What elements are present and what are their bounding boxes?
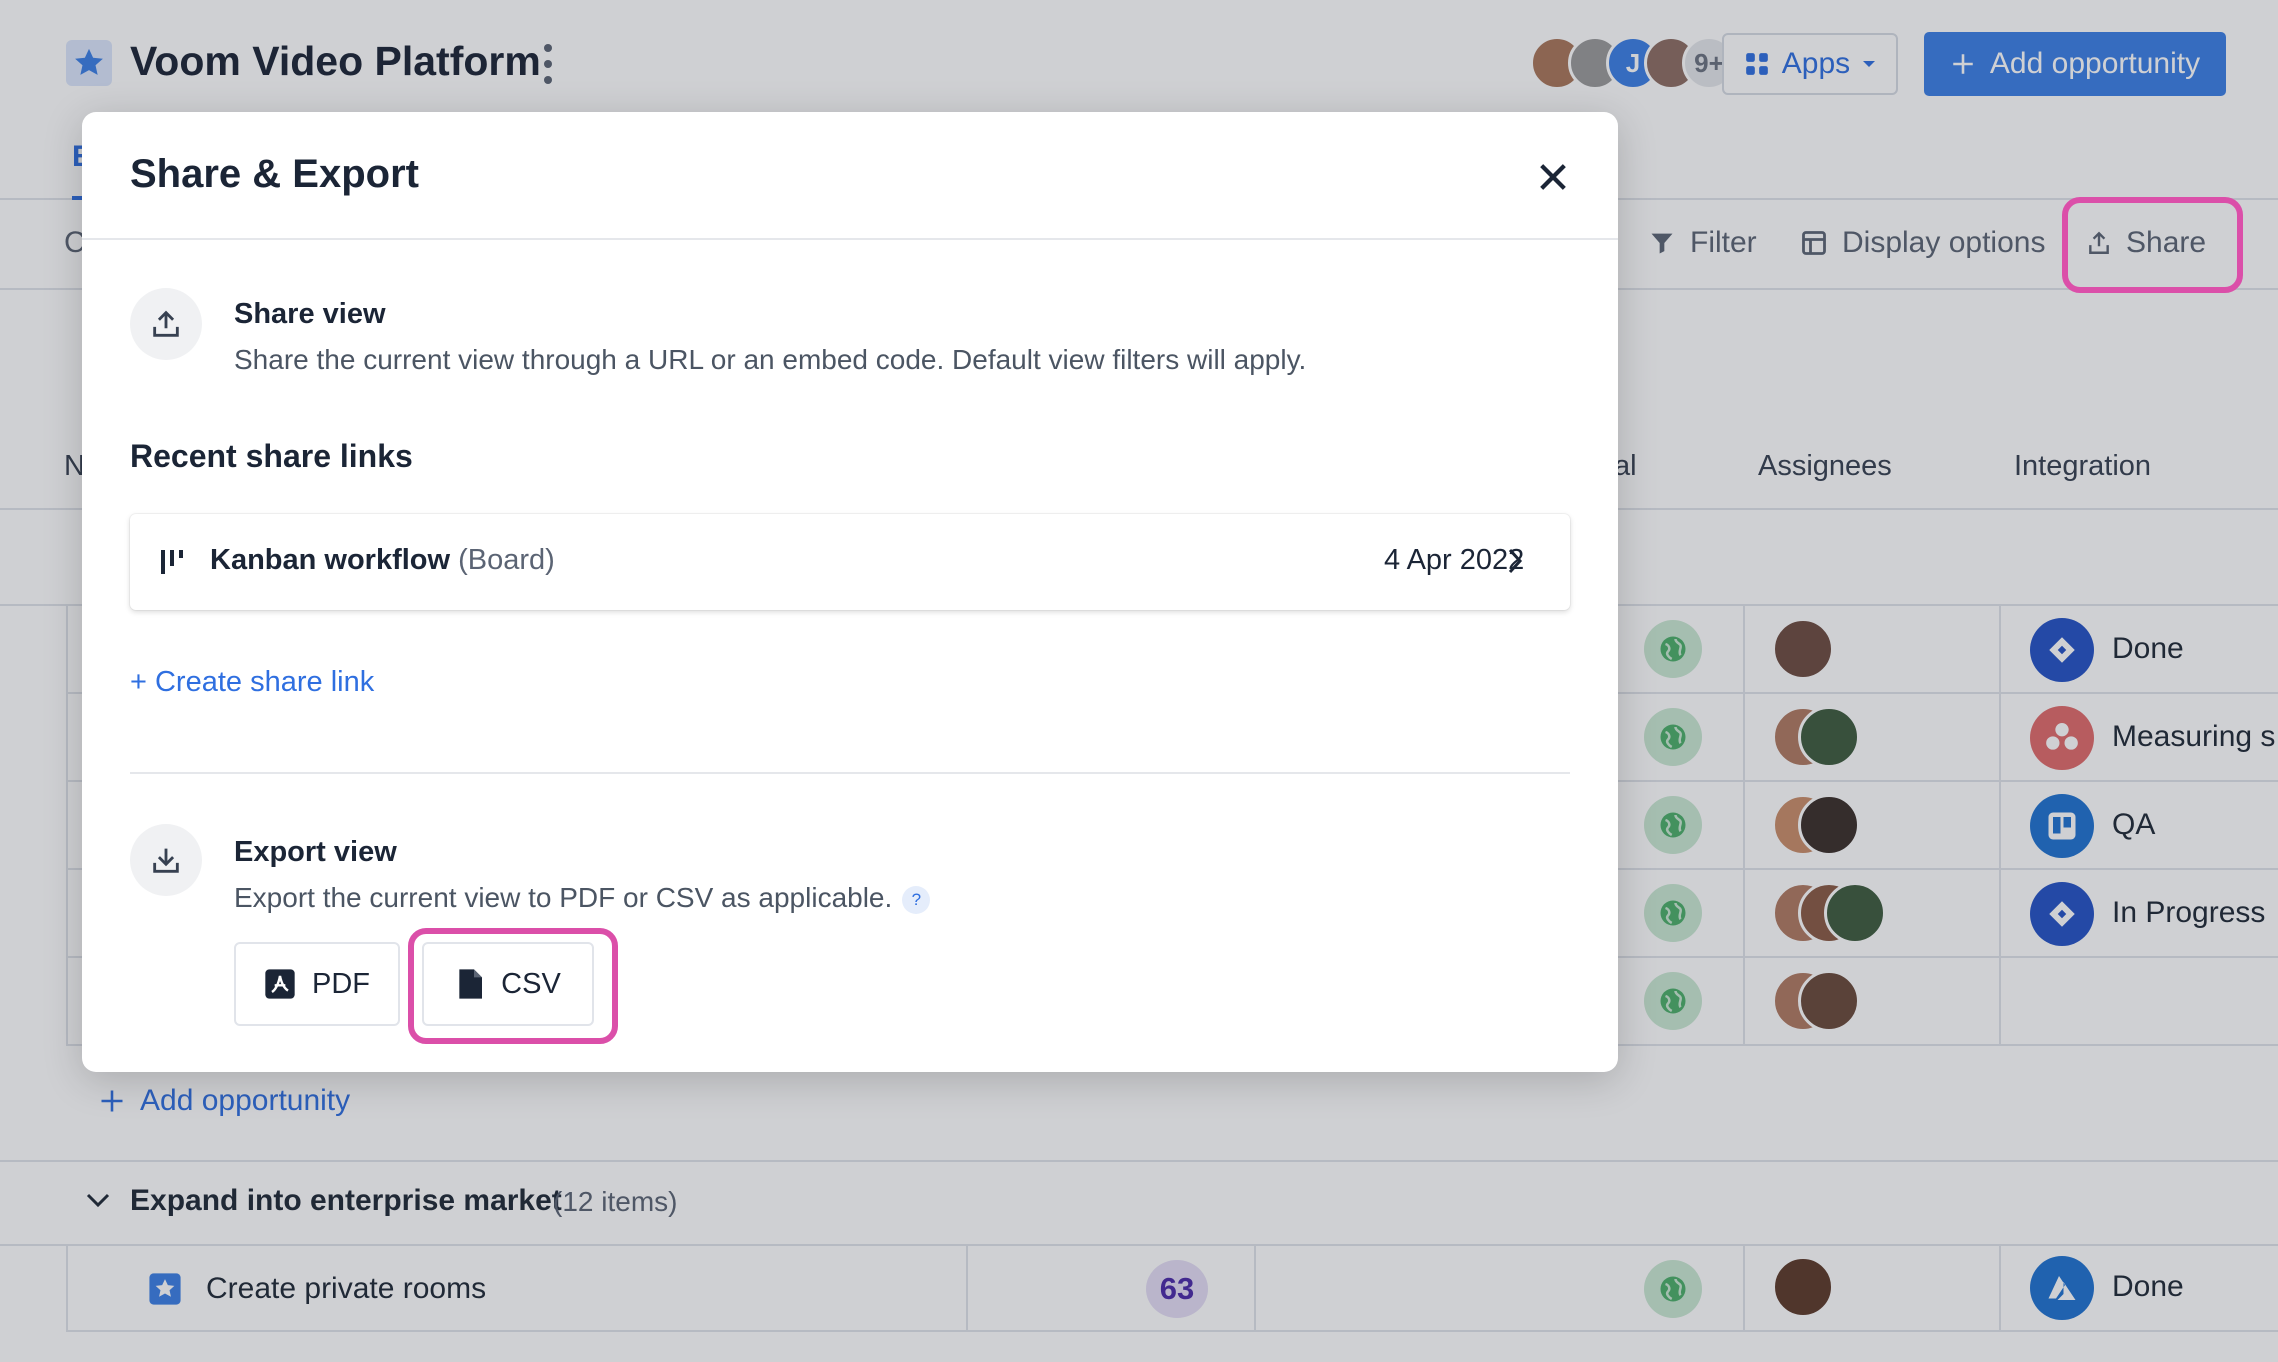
- export-view-description: Export the current view to PDF or CSV as…: [234, 882, 931, 914]
- pdf-label: PDF: [312, 967, 370, 1000]
- share-link-date: 4 Apr 2022: [1384, 544, 1525, 576]
- upload-icon: [130, 288, 202, 360]
- csv-button-highlight: [408, 928, 618, 1044]
- modal-title: Share & Export: [130, 152, 419, 196]
- share-link-name: Kanban workflow (Board): [210, 544, 555, 576]
- download-icon: [130, 824, 202, 896]
- share-view-title: Share view: [234, 298, 386, 330]
- chevron-right-icon: [1508, 548, 1523, 574]
- create-share-link[interactable]: + Create share link: [130, 666, 374, 699]
- share-export-modal: Share & Export Share view Share the curr…: [82, 112, 1618, 1072]
- pdf-icon: [265, 969, 295, 999]
- modal-header: Share & Export: [82, 112, 1618, 240]
- kanban-icon: [161, 550, 183, 574]
- recent-share-links-title: Recent share links: [130, 438, 413, 474]
- divider: [130, 772, 1570, 774]
- share-link-item[interactable]: Kanban workflow (Board) 4 Apr 2022: [130, 514, 1570, 610]
- share-view-description: Share the current view through a URL or …: [234, 344, 1307, 375]
- close-icon[interactable]: [1536, 160, 1570, 194]
- export-pdf-button[interactable]: PDF: [234, 942, 400, 1026]
- share-link-type: (Board): [458, 544, 555, 576]
- export-view-title: Export view: [234, 836, 397, 868]
- help-icon[interactable]: ?: [902, 885, 931, 914]
- share-button-highlight: [2062, 197, 2243, 293]
